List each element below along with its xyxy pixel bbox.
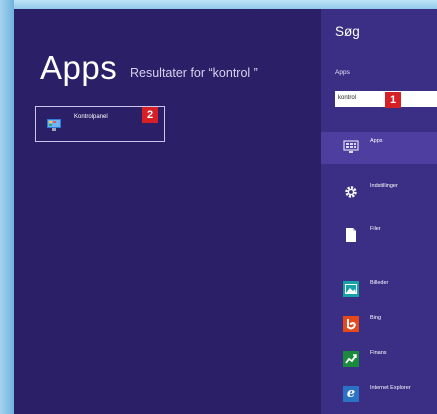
- photos-icon: [343, 281, 359, 297]
- apps-results-area: Apps Resultater for “kontrol ” Kontrolpa…: [14, 9, 321, 414]
- search-scope-label: Apps: [335, 69, 350, 76]
- search-app-internet-explorer[interactable]: e Internet Explorer: [321, 379, 437, 411]
- internet-explorer-icon: e: [343, 386, 359, 402]
- finance-icon: [343, 351, 359, 367]
- annotation-badge-2: 2: [142, 107, 158, 123]
- start-screen: Apps Resultater for “kontrol ” Kontrolpa…: [14, 9, 437, 414]
- search-app-label: Bing: [370, 315, 382, 321]
- results-subtitle: Resultater for “kontrol ”: [130, 66, 258, 80]
- search-app-bing[interactable]: Bing: [321, 309, 437, 341]
- search-category-label: Filer: [370, 226, 381, 232]
- search-app-label: Billeder: [370, 280, 389, 286]
- search-app-label: Finans: [370, 350, 387, 356]
- page-title: Apps: [40, 49, 118, 86]
- monitor-bezel-left: [0, 0, 14, 414]
- result-tile-label: Kontrolpanel: [74, 114, 108, 120]
- search-app-label: Internet Explorer: [370, 385, 411, 391]
- search-category-apps[interactable]: Apps: [321, 132, 437, 164]
- search-pane-title: Søg: [335, 24, 360, 39]
- annotation-badge-1: 1: [385, 92, 401, 108]
- gear-icon: [343, 184, 359, 200]
- search-category-files[interactable]: Filer: [321, 220, 437, 252]
- search-category-label: Indstillinger: [370, 183, 398, 189]
- search-category-label: Apps: [370, 138, 383, 144]
- bing-icon: [343, 316, 359, 332]
- search-app-billeder[interactable]: Billeder: [321, 274, 437, 306]
- search-pane: Søg Apps kontrol Apps Indstillinger File…: [321, 9, 437, 414]
- search-app-finans[interactable]: Finans: [321, 344, 437, 376]
- search-category-settings[interactable]: Indstillinger: [321, 177, 437, 209]
- search-input-value: kontrol: [338, 95, 357, 101]
- control-panel-icon: [47, 118, 61, 131]
- file-icon: [343, 227, 359, 243]
- apps-icon: [343, 139, 359, 155]
